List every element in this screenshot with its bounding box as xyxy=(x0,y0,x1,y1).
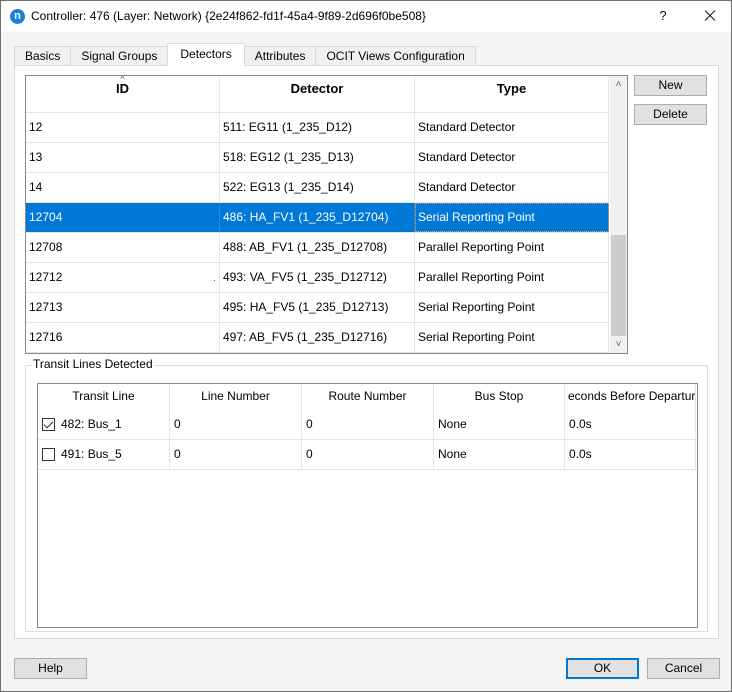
detectors-table-body: 11 509: 123-123a (1_235_D11) Standard De… xyxy=(26,83,609,353)
title-bar: n Controller: 476 (Layer: Network) {2e24… xyxy=(1,1,731,32)
column-header-seconds-before-departure[interactable]: econds Before Departur xyxy=(565,384,696,410)
transit-lines-group-label: Transit Lines Detected xyxy=(32,357,154,371)
tab-basics[interactable]: Basics xyxy=(14,46,72,66)
column-header-route-number[interactable]: Route Number xyxy=(302,384,434,410)
cell-id: 13 xyxy=(26,143,220,172)
table-row[interactable]: 12712 493: VA_FV5 (1_235_D12712) Paralle… xyxy=(26,263,609,293)
cell-id: 12712 xyxy=(26,263,220,292)
scroll-up-icon[interactable]: ˄ xyxy=(610,76,627,93)
cell-detector: 493: VA_FV5 (1_235_D12712) xyxy=(220,263,415,292)
detectors-table-header: ^ ID Detector Type xyxy=(26,76,609,102)
cell-seconds-before-departure[interactable]: 0.0s xyxy=(565,440,696,469)
tab-detectors[interactable]: Detectors xyxy=(167,43,245,66)
cell-id: 12704 xyxy=(26,203,220,232)
cell-type: Standard Detector xyxy=(415,143,609,172)
cell-transit-line: 491: Bus_5 xyxy=(38,440,170,469)
tab-bar: Basics Signal Groups Detectors Attribute… xyxy=(14,43,476,66)
transit-table-header: Transit Line Line Number Route Number Bu… xyxy=(38,384,697,410)
table-row[interactable]: 14 522: EG13 (1_235_D14) Standard Detect… xyxy=(26,173,609,203)
cell-detector: 518: EG12 (1_235_D13) xyxy=(220,143,415,172)
ok-button[interactable]: OK xyxy=(566,658,639,679)
controller-dialog: n Controller: 476 (Layer: Network) {2e24… xyxy=(0,0,732,692)
cell-id: 12 xyxy=(26,113,220,142)
app-logo-icon: n xyxy=(10,9,25,24)
cell-id: 14 xyxy=(26,173,220,202)
tab-attributes[interactable]: Attributes xyxy=(243,46,317,66)
tab-ocit-views-configuration[interactable]: OCIT Views Configuration xyxy=(315,46,476,66)
cell-type: Standard Detector xyxy=(415,113,609,142)
transit-line-label: 491: Bus_5 xyxy=(61,447,122,461)
transit-line-label: 482: Bus_1 xyxy=(61,417,122,431)
close-button[interactable] xyxy=(697,5,723,27)
new-detector-button[interactable]: New xyxy=(634,75,707,96)
cancel-button[interactable]: Cancel xyxy=(647,658,720,679)
table-row-selected[interactable]: 12704 486: HA_FV1 (1_235_D12704) Serial … xyxy=(26,203,609,233)
cell-type: Serial Reporting Point xyxy=(415,203,609,232)
help-button[interactable]: Help xyxy=(14,658,87,679)
cell-id: 12713 xyxy=(26,293,220,322)
table-row[interactable]: 12713 495: HA_FV5 (1_235_D12713) Serial … xyxy=(26,293,609,323)
cell-type: Standard Detector xyxy=(415,173,609,202)
cell-detector: 495: HA_FV5 (1_235_D12713) xyxy=(220,293,415,322)
cell-bus-stop[interactable]: None xyxy=(434,410,565,439)
cell-type: Serial Reporting Point xyxy=(415,323,609,352)
window-title: Controller: 476 (Layer: Network) {2e24f8… xyxy=(31,9,426,23)
transit-line-checkbox[interactable] xyxy=(42,448,55,461)
tab-signal-groups[interactable]: Signal Groups xyxy=(70,46,169,66)
cell-type: Parallel Reporting Point xyxy=(415,233,609,262)
detectors-table: ^ ID Detector Type 11 509: 123-123a (1_2… xyxy=(25,75,628,354)
transit-row[interactable]: 482: Bus_1 0 0 None 0.0s xyxy=(38,410,697,440)
delete-detector-button[interactable]: Delete xyxy=(634,104,707,125)
cell-type: Serial Reporting Point xyxy=(415,293,609,322)
table-row[interactable]: 12708 488: AB_FV1 (1_235_D12708) Paralle… xyxy=(26,233,609,263)
column-header-bus-stop[interactable]: Bus Stop xyxy=(434,384,565,410)
column-header-transit-line[interactable]: Transit Line xyxy=(38,384,170,410)
cell-line-number[interactable]: 0 xyxy=(170,410,302,439)
dialog-client-area: Basics Signal Groups Detectors Attribute… xyxy=(1,32,731,691)
cell-detector: 522: EG13 (1_235_D14) xyxy=(220,173,415,202)
scrollbar-thumb[interactable] xyxy=(611,235,626,336)
column-header-type[interactable]: Type xyxy=(415,76,609,102)
cell-route-number[interactable]: 0 xyxy=(302,410,434,439)
context-help-button[interactable]: ? xyxy=(651,6,675,26)
cell-detector: 486: HA_FV1 (1_235_D12704) xyxy=(220,203,415,232)
cell-transit-line: 482: Bus_1 xyxy=(38,410,170,439)
cell-detector: 488: AB_FV1 (1_235_D12708) xyxy=(220,233,415,262)
sort-ascending-icon: ^ xyxy=(120,75,125,84)
cell-route-number[interactable]: 0 xyxy=(302,440,434,469)
cell-detector: 497: AB_FV5 (1_235_D12716) xyxy=(220,323,415,352)
table-row[interactable]: 13 518: EG12 (1_235_D13) Standard Detect… xyxy=(26,143,609,173)
cell-id: 12716 xyxy=(26,323,220,352)
column-header-line-number[interactable]: Line Number xyxy=(170,384,302,410)
detectors-tab-panel: ^ ID Detector Type 11 509: 123-123a (1_2… xyxy=(14,65,719,639)
cell-seconds-before-departure[interactable]: 0.0s xyxy=(565,410,696,439)
cell-id: 12708 xyxy=(26,233,220,262)
transit-line-checkbox[interactable] xyxy=(42,418,55,431)
cell-bus-stop[interactable]: None xyxy=(434,440,565,469)
cell-type: Parallel Reporting Point xyxy=(415,263,609,292)
cell-detector: 511: EG11 (1_235_D12) xyxy=(220,113,415,142)
cell-line-number[interactable]: 0 xyxy=(170,440,302,469)
detectors-vertical-scrollbar[interactable]: ˄ ˅ xyxy=(610,76,627,353)
scroll-down-icon[interactable]: ˅ xyxy=(610,336,627,353)
artifact-dot xyxy=(214,280,215,281)
transit-lines-table: Transit Line Line Number Route Number Bu… xyxy=(37,383,698,628)
column-header-id[interactable]: ^ ID xyxy=(26,76,220,102)
column-header-detector[interactable]: Detector xyxy=(220,76,415,102)
table-row[interactable]: 12 511: EG11 (1_235_D12) Standard Detect… xyxy=(26,113,609,143)
transit-row[interactable]: 491: Bus_5 0 0 None 0.0s xyxy=(38,440,697,470)
transit-lines-group: Transit Lines Detected Transit Line Line… xyxy=(25,357,708,632)
table-row[interactable]: 12716 497: AB_FV5 (1_235_D12716) Serial … xyxy=(26,323,609,353)
